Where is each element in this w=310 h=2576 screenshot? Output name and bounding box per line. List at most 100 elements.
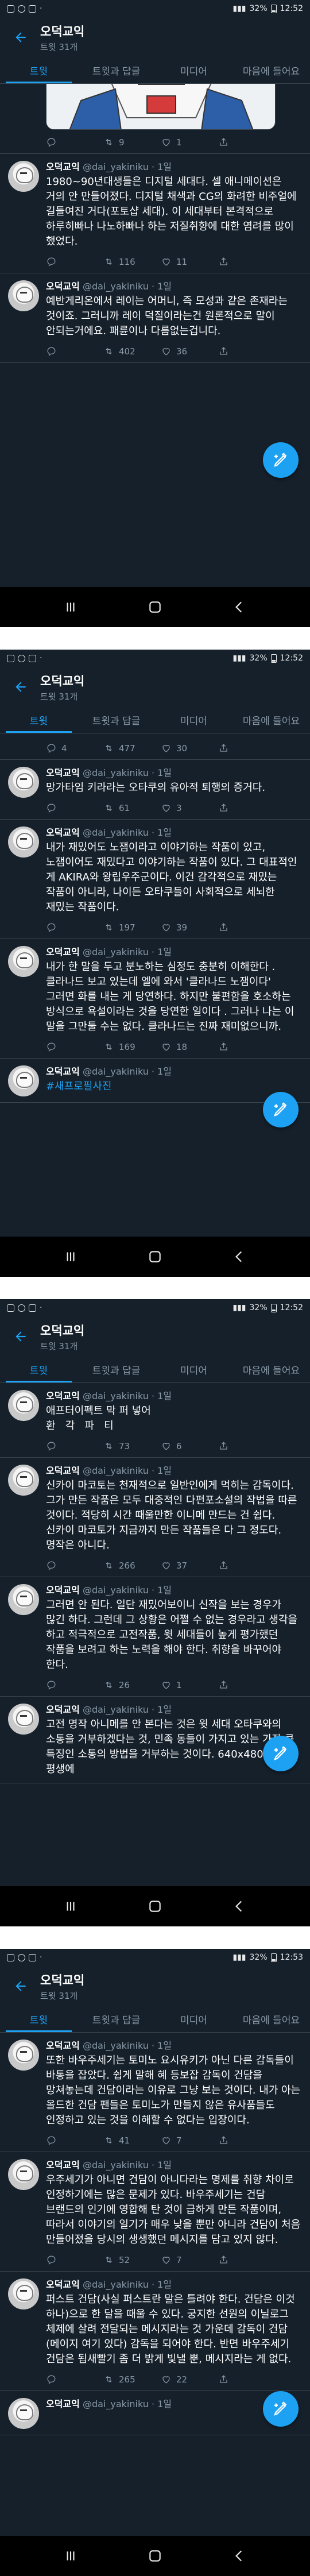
tweet[interactable]: 오덕교익 @dai_yakiniku · 1일 1980~90년대생들은 디지털 … bbox=[0, 154, 310, 273]
share-button[interactable] bbox=[218, 1560, 276, 1571]
recent-apps-button[interactable] bbox=[56, 593, 85, 621]
compose-tweet-button[interactable] bbox=[263, 1092, 299, 1127]
avatar[interactable] bbox=[8, 1704, 39, 1735]
author-name[interactable]: 오덕교익 bbox=[46, 1465, 80, 1476]
recent-apps-button[interactable] bbox=[56, 2542, 85, 2570]
home-button[interactable] bbox=[141, 2542, 169, 2570]
tab-0[interactable]: 트윗 bbox=[0, 57, 78, 83]
tab-0[interactable]: 트윗 bbox=[0, 2006, 78, 2032]
like-button[interactable]: 37 bbox=[161, 1560, 218, 1571]
share-button[interactable] bbox=[218, 922, 276, 933]
share-button[interactable] bbox=[218, 1041, 276, 1052]
like-button[interactable]: 7 bbox=[161, 2135, 218, 2146]
tab-2[interactable]: 미디어 bbox=[155, 707, 232, 733]
avatar[interactable] bbox=[8, 946, 39, 977]
back-button[interactable] bbox=[225, 593, 254, 621]
tweet-feed[interactable]: 오덕교익 @dai_yakiniku · 1일 또한 바우주세기는 토미노 요시유… bbox=[0, 2033, 310, 2536]
tab-3[interactable]: 마음에 들어요 bbox=[232, 2006, 310, 2032]
retweet-button[interactable]: 169 bbox=[103, 1041, 161, 1052]
author-name[interactable]: 오덕교익 bbox=[46, 1391, 80, 1401]
share-button[interactable] bbox=[218, 2254, 276, 2265]
like-button[interactable]: 1 bbox=[161, 1679, 218, 1690]
tab-3[interactable]: 마음에 들어요 bbox=[232, 57, 310, 83]
tab-1[interactable]: 트윗과 답글 bbox=[78, 57, 155, 83]
tweet[interactable]: 오덕교익 @dai_yakiniku · 1일 애프터이펙트 막 퍼 넣어 환 각… bbox=[0, 1383, 310, 1458]
like-button[interactable]: 3 bbox=[161, 802, 218, 813]
tweet-feed[interactable]: 오덕교익 @dai_yakiniku · 1일 애프터이펙트 막 퍼 넣어 환 각… bbox=[0, 1383, 310, 1886]
avatar[interactable] bbox=[8, 767, 39, 798]
retweet-button[interactable]: 9 bbox=[103, 137, 161, 148]
back-arrow-icon[interactable] bbox=[9, 1975, 32, 1998]
reply-button[interactable] bbox=[46, 346, 103, 357]
recent-apps-button[interactable] bbox=[56, 1242, 85, 1271]
retweet-button[interactable]: 402 bbox=[103, 346, 161, 357]
retweet-button[interactable]: 52 bbox=[103, 2254, 161, 2265]
reply-button[interactable] bbox=[46, 802, 103, 813]
like-button[interactable]: 18 bbox=[161, 1041, 218, 1052]
avatar[interactable] bbox=[8, 1584, 39, 1615]
tweet[interactable]: 오덕교익 @dai_yakiniku · 1일 우주세기가 아니면 건담이 아니다… bbox=[0, 2152, 310, 2272]
tab-3[interactable]: 마음에 들어요 bbox=[232, 707, 310, 733]
tweet[interactable]: 오덕교익 @dai_yakiniku · 1일 그러면 안 된다. 일단 재밌어보… bbox=[0, 1577, 310, 1697]
author-name[interactable]: 오덕교익 bbox=[46, 2279, 80, 2290]
author-name[interactable]: 오덕교익 bbox=[46, 2040, 80, 2051]
tweet[interactable]: 오덕교익 @dai_yakiniku · 1일 내가 재밌어도 노잼이라고 이야기… bbox=[0, 820, 310, 939]
tweet[interactable]: 오덕교익 @dai_yakiniku · 1일 예반게리온에서 레이는 어머니, … bbox=[0, 273, 310, 363]
retweet-button[interactable]: 116 bbox=[103, 256, 161, 267]
avatar[interactable] bbox=[8, 2398, 39, 2429]
retweet-button[interactable]: 73 bbox=[103, 1440, 161, 1451]
retweet-button[interactable]: 266 bbox=[103, 1560, 161, 1571]
tab-3[interactable]: 마음에 들어요 bbox=[232, 1357, 310, 1382]
author-name[interactable]: 오덕교익 bbox=[46, 767, 80, 778]
avatar[interactable] bbox=[8, 1065, 39, 1096]
like-button[interactable]: 22 bbox=[161, 2374, 218, 2385]
tweet-feed[interactable]: 9 1 오덕교익 @dai_yakiniku · 1일 1980~90년대생들은 디지… bbox=[0, 84, 310, 587]
home-button[interactable] bbox=[141, 1242, 169, 1271]
reply-button[interactable] bbox=[46, 1041, 103, 1052]
hashtag-link[interactable]: #새프로필사진 bbox=[46, 1080, 111, 1092]
like-button[interactable]: 11 bbox=[161, 256, 218, 267]
author-name[interactable]: 오덕교익 bbox=[46, 1704, 80, 1715]
tweet-media[interactable] bbox=[46, 84, 276, 130]
author-name[interactable]: 오덕교익 bbox=[46, 281, 80, 292]
like-button[interactable]: 30 bbox=[161, 743, 218, 754]
avatar[interactable] bbox=[8, 280, 39, 311]
retweet-button[interactable]: 477 bbox=[103, 743, 161, 754]
compose-tweet-button[interactable] bbox=[263, 2391, 299, 2427]
avatar[interactable] bbox=[8, 827, 39, 858]
home-button[interactable] bbox=[141, 593, 169, 621]
author-name[interactable]: 오덕교익 bbox=[46, 161, 80, 172]
tab-1[interactable]: 트윗과 답글 bbox=[78, 1357, 155, 1382]
reply-button[interactable] bbox=[46, 1679, 103, 1690]
like-button[interactable]: 1 bbox=[161, 137, 218, 148]
tab-2[interactable]: 미디어 bbox=[155, 2006, 232, 2032]
author-name[interactable]: 오덕교익 bbox=[46, 1585, 80, 1596]
tweet[interactable]: 오덕교익 @dai_yakiniku · 1일 내가 한 말을 두고 분노하는 심… bbox=[0, 939, 310, 1059]
compose-tweet-button[interactable] bbox=[263, 1736, 299, 1771]
tab-0[interactable]: 트윗 bbox=[0, 707, 78, 733]
share-button[interactable] bbox=[218, 137, 276, 148]
back-arrow-icon[interactable] bbox=[9, 26, 32, 49]
reply-button[interactable]: 4 bbox=[46, 743, 103, 754]
tweet[interactable]: 오덕교익 @dai_yakiniku · 1일 퍼스트 건담(사실 퍼스트란 말은… bbox=[0, 2272, 310, 2391]
reply-button[interactable] bbox=[46, 1440, 103, 1451]
tab-2[interactable]: 미디어 bbox=[155, 1357, 232, 1382]
avatar[interactable] bbox=[8, 161, 39, 192]
retweet-button[interactable]: 41 bbox=[103, 2135, 161, 2146]
tab-1[interactable]: 트윗과 답글 bbox=[78, 707, 155, 733]
reply-button[interactable] bbox=[46, 922, 103, 933]
author-name[interactable]: 오덕교익 bbox=[46, 827, 80, 838]
share-button[interactable] bbox=[218, 1440, 276, 1451]
back-button[interactable] bbox=[225, 2542, 254, 2570]
reply-button[interactable] bbox=[46, 2374, 103, 2385]
tweet[interactable]: 91 bbox=[0, 84, 310, 154]
like-button[interactable]: 36 bbox=[161, 346, 218, 357]
share-button[interactable] bbox=[218, 2135, 276, 2146]
back-arrow-icon[interactable] bbox=[9, 675, 32, 698]
author-name[interactable]: 오덕교익 bbox=[46, 1066, 80, 1077]
like-button[interactable]: 39 bbox=[161, 922, 218, 933]
home-button[interactable] bbox=[141, 1892, 169, 1921]
tweet[interactable]: 오덕교익 @dai_yakiniku · 1일 신카이 마코토는 천재적으로 일반… bbox=[0, 1458, 310, 1577]
reply-button[interactable] bbox=[46, 137, 103, 148]
share-button[interactable] bbox=[218, 256, 276, 267]
